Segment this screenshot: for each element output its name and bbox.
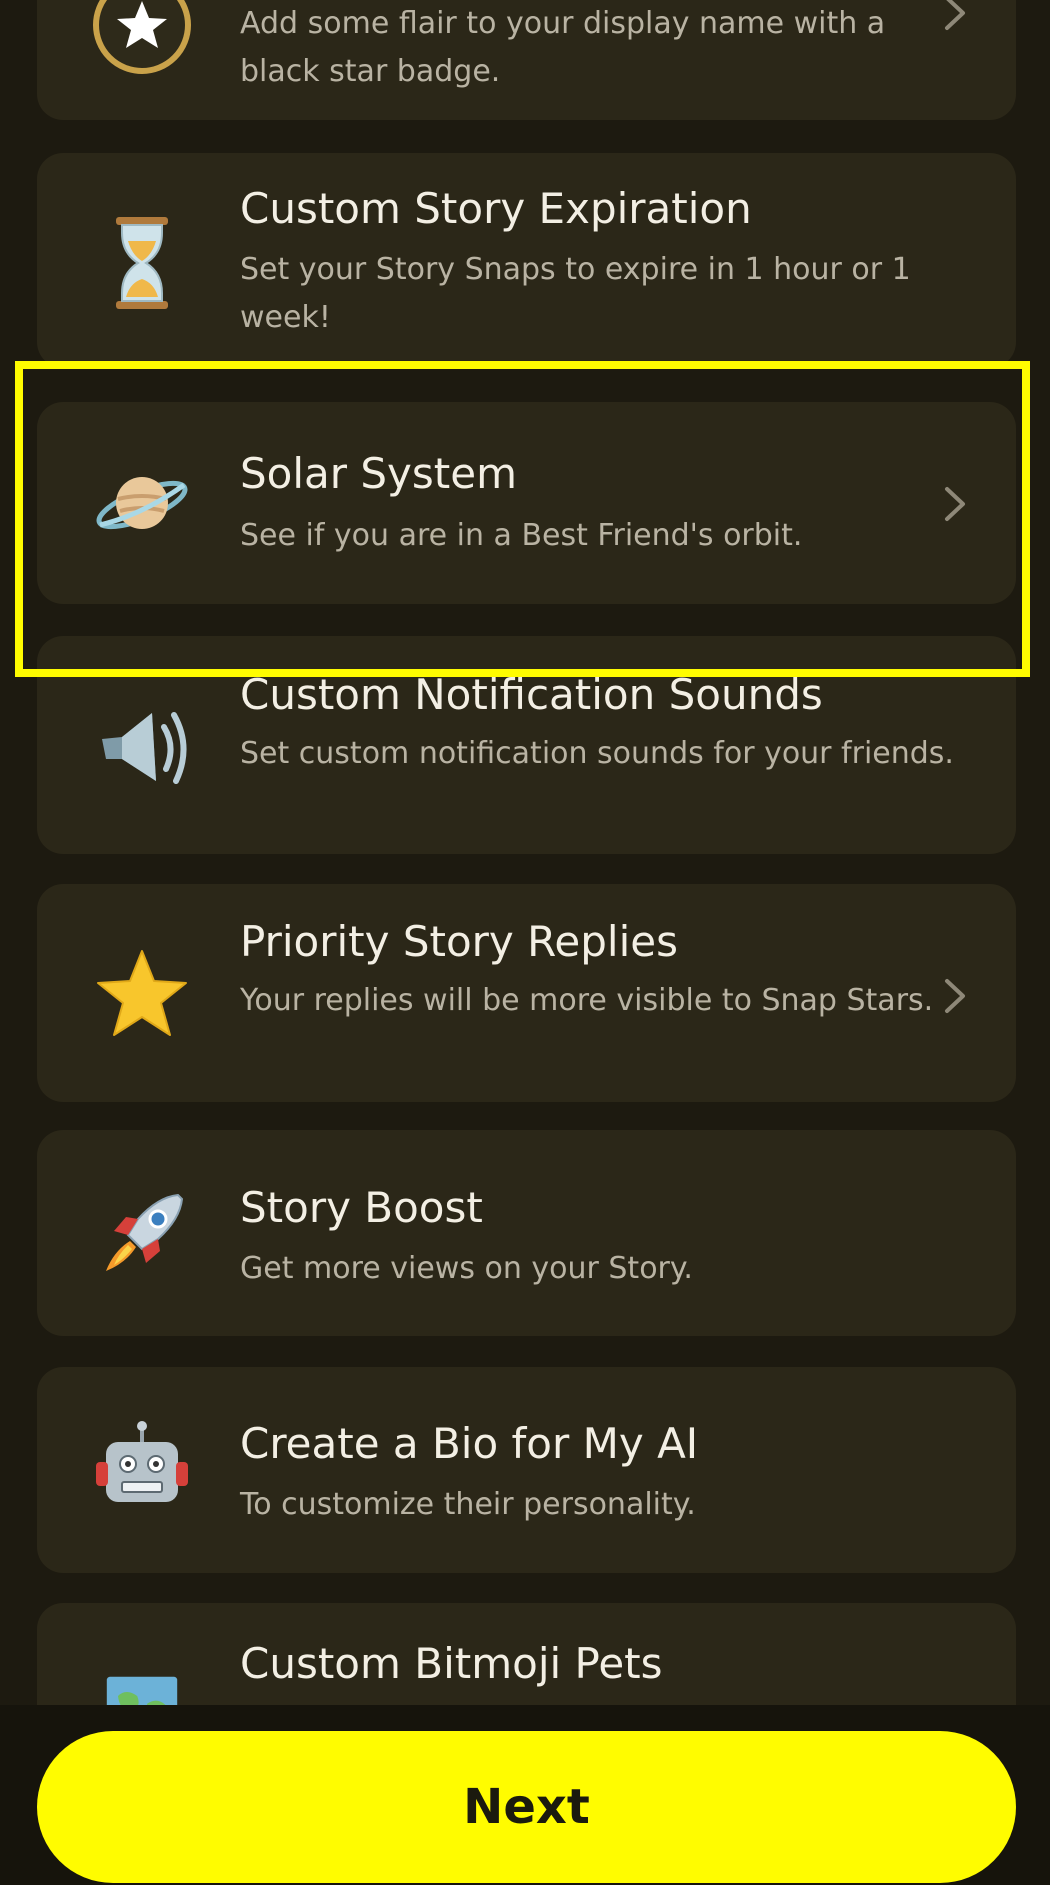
chevron-right-icon[interactable] bbox=[939, 483, 969, 525]
speaker-icon bbox=[92, 697, 192, 797]
robot-icon bbox=[92, 1420, 192, 1520]
star-icon bbox=[92, 945, 192, 1045]
item-title: Story Boost bbox=[240, 1183, 483, 1232]
black-star-badge-icon bbox=[92, 0, 192, 75]
item-title: Custom Story Expiration bbox=[240, 184, 752, 233]
features-list: Add some flair to your display name with… bbox=[0, 0, 1050, 1705]
chevron-right-icon[interactable] bbox=[939, 975, 969, 1017]
item-title: Solar System bbox=[240, 449, 517, 498]
item-title: Custom Notification Sounds bbox=[240, 670, 823, 719]
rocket-icon bbox=[92, 1185, 192, 1285]
item-description: See if you are in a Best Friend's orbit. bbox=[240, 518, 803, 553]
item-title: Custom Bitmoji Pets bbox=[240, 1639, 663, 1688]
item-description: Get more views on your Story. bbox=[240, 1251, 693, 1286]
item-description: Add some flair to your display name with… bbox=[240, 6, 886, 89]
item-title: Priority Story Replies bbox=[240, 917, 678, 966]
next-button[interactable]: Next bbox=[37, 1731, 1016, 1883]
map-icon bbox=[92, 1672, 192, 1705]
planet-icon bbox=[92, 453, 192, 553]
item-description: Your replies will be more visible to Sna… bbox=[240, 983, 934, 1018]
item-description: Set custom notification sounds for your … bbox=[240, 736, 954, 771]
chevron-right-icon bbox=[939, 0, 969, 34]
item-title: Create a Bio for My AI bbox=[240, 1419, 699, 1468]
item-description: Set your Story Snaps to expire in 1 hour… bbox=[240, 252, 911, 335]
hourglass-icon bbox=[92, 213, 192, 313]
item-description: To customize their personality. bbox=[240, 1487, 696, 1522]
